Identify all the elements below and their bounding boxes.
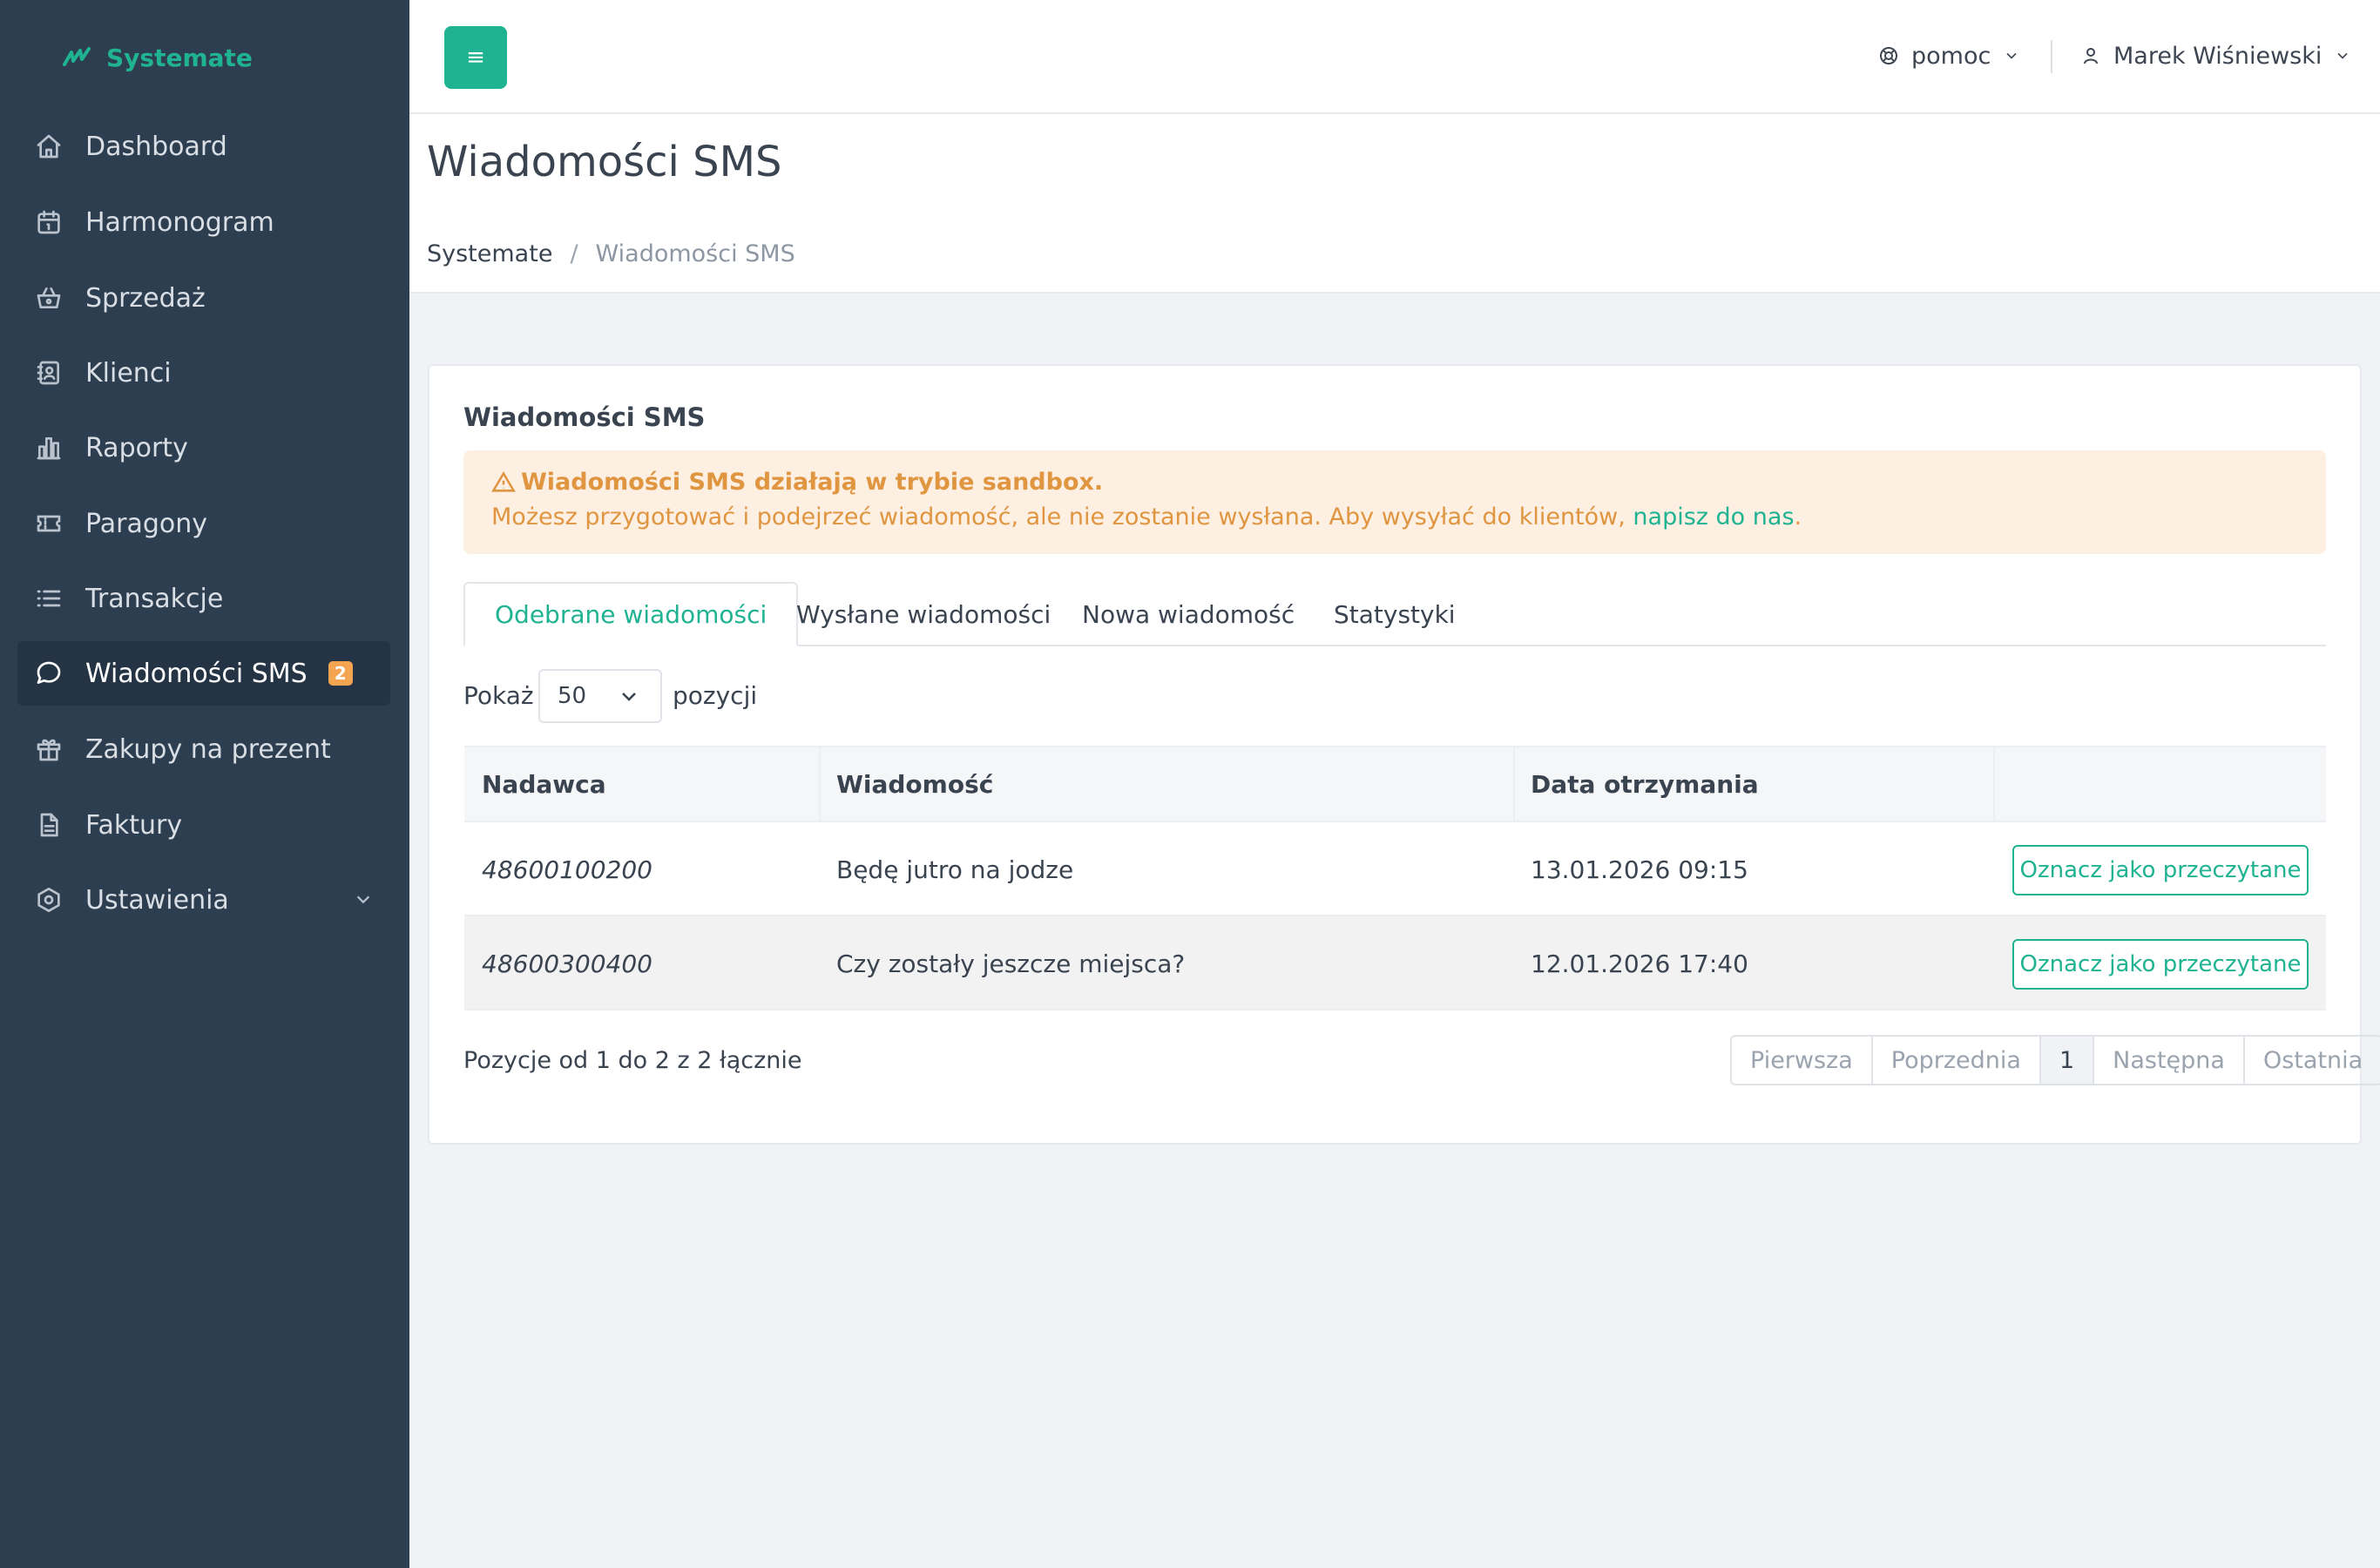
pagination: Pierwsza Poprzednia 1 Następna Ostatnia xyxy=(1730,1035,2380,1085)
help-label: pomoc xyxy=(1911,42,1991,70)
sidebar-item-sprzedaz[interactable]: Sprzedaż xyxy=(17,266,390,330)
unread-count-badge: 2 xyxy=(328,661,353,686)
settings-icon xyxy=(33,884,64,916)
sidebar-item-klienci[interactable]: Klienci xyxy=(17,341,390,405)
lifebuoy-icon xyxy=(1880,47,1897,64)
sidebar-item-label: Sprzedaż xyxy=(85,282,206,314)
pagination-last[interactable]: Ostatnia xyxy=(2245,1037,2380,1084)
sidebar-item-ustawienia[interactable]: Ustawienia xyxy=(17,868,390,932)
alert-body-text: Możesz przygotować i podejrzeć wiadomość… xyxy=(491,504,1633,531)
breadcrumb: Systemate / Wiadomości SMS xyxy=(427,240,795,267)
entries-per-page-select[interactable]: 50 xyxy=(538,669,662,723)
page-title: Wiadomości SMS xyxy=(427,138,782,186)
help-dropdown[interactable]: pomoc xyxy=(1878,38,2020,73)
gift-icon xyxy=(33,733,64,765)
alert-body-end: . xyxy=(1794,504,1802,531)
sandbox-alert xyxy=(463,450,2326,554)
sidebar-item-label: Ustawienia xyxy=(85,884,229,916)
sender-number: 48600300400 xyxy=(482,950,652,978)
entries-per-page-value: 50 xyxy=(558,683,587,709)
pagination-first[interactable]: Pierwsza xyxy=(1732,1037,1873,1084)
sidebar-item-label: Raporty xyxy=(85,432,188,463)
received-date: 13.01.2026 09:15 xyxy=(1531,855,1748,884)
document-icon xyxy=(33,809,64,841)
chevron-down-icon xyxy=(2006,52,2017,59)
sidebar-item-transakcje[interactable]: Transakcje xyxy=(17,566,390,631)
sidebar-item-label: Dashboard xyxy=(85,131,227,162)
table-header xyxy=(464,746,2326,822)
brand-logo[interactable]: Systemate xyxy=(63,38,253,77)
menu-toggle-button[interactable]: ≡ xyxy=(444,26,507,89)
pagination-next[interactable]: Następna xyxy=(2094,1037,2245,1084)
breadcrumb-separator: / xyxy=(570,240,578,267)
divider xyxy=(2051,40,2052,73)
column-divider xyxy=(1993,746,1995,822)
card-title: Wiadomości SMS xyxy=(463,402,706,432)
contact-us-link[interactable]: napisz do nas xyxy=(1633,504,1794,531)
sidebar-item-faktury[interactable]: Faktury xyxy=(17,793,390,857)
show-entries-label: Pokaż xyxy=(463,681,534,710)
bar-chart-icon xyxy=(33,432,64,463)
alert-title-text: Wiadomości SMS działają w trybie sandbox… xyxy=(521,469,1104,496)
sidebar-item-paragony[interactable]: Paragony xyxy=(17,491,390,556)
pagination-previous[interactable]: Poprzednia xyxy=(1873,1037,2041,1084)
sidebar-item-label: Wiadomości SMS xyxy=(85,658,308,689)
sidebar-item-label: Transakcje xyxy=(85,583,224,614)
column-divider xyxy=(1513,746,1515,822)
sidebar-item-zakupy-na-prezent[interactable]: Zakupy na prezent xyxy=(17,717,390,781)
sender-number: 48600100200 xyxy=(482,855,652,884)
message-text: Czy zostały jeszcze miejsca? xyxy=(836,950,1186,978)
basket-icon xyxy=(33,282,64,314)
home-icon xyxy=(33,131,64,162)
breadcrumb-root[interactable]: Systemate xyxy=(427,240,552,267)
user-name: Marek Wiśniewski xyxy=(2113,42,2323,70)
message-icon xyxy=(33,658,64,689)
user-dropdown[interactable]: Marek Wiśniewski xyxy=(2080,38,2351,73)
sidebar-item-dashboard[interactable]: Dashboard xyxy=(17,114,390,179)
hamburger-icon: ≡ xyxy=(466,44,485,71)
sidebar-item-label: Klienci xyxy=(85,357,172,389)
mark-as-read-button[interactable]: Oznacz jako przeczytane xyxy=(2012,939,2309,990)
breadcrumb-current: Wiadomości SMS xyxy=(595,240,795,267)
sidebar-item-raporty[interactable]: Raporty xyxy=(17,416,390,480)
show-entries-suffix: pozycji xyxy=(673,681,758,710)
logo-icon xyxy=(63,47,91,66)
tab-statystyki[interactable]: Statystyki xyxy=(1304,582,1485,646)
message-text: Będę jutro na jodze xyxy=(836,855,1074,884)
contacts-icon xyxy=(33,357,64,389)
chevron-down-icon xyxy=(622,693,636,701)
brand-name: Systemate xyxy=(106,43,253,72)
sidebar-item-label: Faktury xyxy=(85,809,183,841)
column-header-data[interactable]: Data otrzymania xyxy=(1531,770,1759,799)
tab-wyslane[interactable]: Wysłane wiadomości xyxy=(767,582,1080,646)
column-header-nadawca[interactable]: Nadawca xyxy=(482,770,606,799)
calendar-icon xyxy=(33,206,64,238)
table-info: Pozycje od 1 do 2 z 2 łącznie xyxy=(463,1047,802,1074)
column-divider xyxy=(819,746,821,822)
warning-icon xyxy=(491,470,516,492)
user-icon xyxy=(2084,48,2098,64)
sidebar-item-harmonogram[interactable]: Harmonogram xyxy=(17,190,390,254)
pagination-page-1[interactable]: 1 xyxy=(2040,1037,2095,1084)
mark-as-read-button[interactable]: Oznacz jako przeczytane xyxy=(2012,845,2309,896)
sidebar-item-label: Zakupy na prezent xyxy=(85,733,331,765)
column-header-wiadomosc[interactable]: Wiadomość xyxy=(836,770,993,799)
sidebar-item-label: Paragony xyxy=(85,508,208,539)
list-icon xyxy=(33,583,64,614)
chevron-down-icon xyxy=(356,896,370,904)
tab-odebrane[interactable]: Odebrane wiadomości xyxy=(463,582,799,646)
sidebar-item-label: Harmonogram xyxy=(85,206,274,238)
alert-title: Wiadomości SMS działają w trybie sandbox… xyxy=(491,469,1103,496)
tab-nowa-wiadomosc[interactable]: Nowa wiadomość xyxy=(1052,582,1324,646)
received-date: 12.01.2026 17:40 xyxy=(1531,950,1748,978)
alert-body: Możesz przygotować i podejrzeć wiadomość… xyxy=(491,504,1802,531)
sidebar-item-wiadomosci-sms[interactable]: Wiadomości SMS 2 xyxy=(17,641,390,706)
chevron-down-icon xyxy=(2337,52,2348,59)
ticket-icon xyxy=(33,508,64,539)
